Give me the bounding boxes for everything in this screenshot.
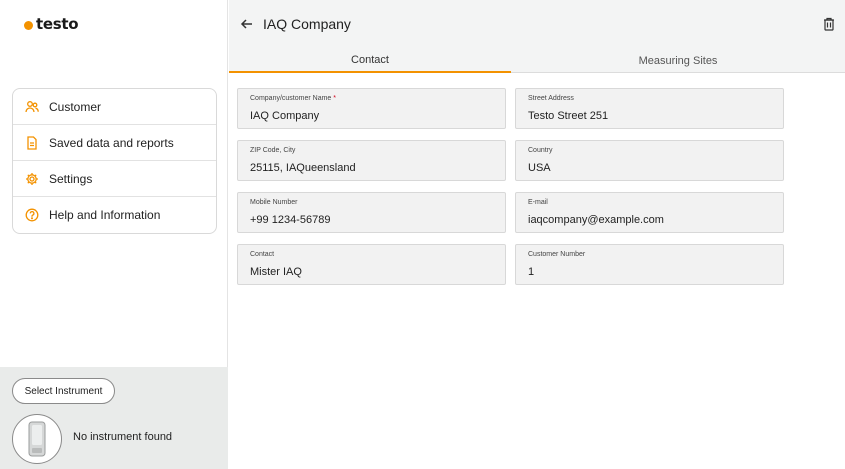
help-icon	[25, 208, 39, 222]
email-label: E-mail	[528, 199, 548, 206]
main-menu: Customer Saved data and reports Settings	[12, 88, 217, 234]
customer-number-field[interactable]: Customer Number 1	[515, 244, 784, 285]
zip-city-label: ZIP Code, City	[250, 147, 296, 154]
instrument-avatar	[12, 414, 62, 464]
country-field[interactable]: Country USA	[515, 140, 784, 181]
trash-icon[interactable]	[821, 16, 837, 32]
logo-text: testo	[36, 15, 79, 33]
page-title: IAQ Company	[263, 16, 351, 32]
instrument-device-icon	[28, 421, 46, 457]
testo-logo: testo	[24, 15, 79, 33]
sidebar-item-label: Help and Information	[49, 208, 161, 222]
street-address-field[interactable]: Street Address Testo Street 251	[515, 88, 784, 129]
tab-measuring-sites[interactable]: Measuring Sites	[511, 48, 845, 73]
street-address-label: Street Address	[528, 95, 574, 102]
back-arrow-icon[interactable]	[239, 16, 255, 32]
required-mark: *	[333, 95, 336, 102]
customer-number-value: 1	[528, 266, 535, 278]
gear-icon	[25, 172, 39, 186]
sidebar-item-customer[interactable]: Customer	[13, 89, 216, 125]
sidebar-item-label: Customer	[49, 99, 102, 114]
customer-number-label: Customer Number	[528, 251, 586, 258]
logo-dot	[24, 20, 33, 30]
sidebar-item-label: Settings	[49, 171, 93, 186]
country-label: Country	[528, 147, 553, 154]
sidebar-item-help[interactable]: Help and Information	[13, 197, 216, 233]
select-instrument-button[interactable]: Select Instrument	[12, 378, 115, 404]
instrument-status: No instrument found	[73, 431, 173, 443]
main-content: IAQ Company Contact Measuring Sites Comp…	[229, 0, 845, 469]
sidebar-item-settings[interactable]: Settings	[13, 161, 216, 197]
users-icon	[25, 100, 39, 114]
field-label: Company/customer Name *	[250, 94, 505, 104]
tab-contact[interactable]: Contact	[229, 48, 511, 73]
street-address-value: Testo Street 251	[528, 110, 609, 122]
zip-city-field[interactable]: ZIP Code, City 25115, IAQueensland	[237, 140, 506, 181]
contact-label: Contact	[250, 251, 275, 258]
mobile-number-field[interactable]: Mobile Number +99 1234-56789	[237, 192, 506, 233]
company-name-field[interactable]: Company/customer Name * IAQ Company	[237, 88, 506, 129]
company-name-label: Company/customer Name	[250, 95, 332, 102]
instrument-panel: Select Instrument No instrument found	[0, 367, 228, 469]
email-value: iaqcompany@example.com	[528, 214, 664, 226]
country-value: USA	[528, 162, 551, 174]
company-name-value: IAQ Company	[250, 110, 320, 122]
contact-value: Mister IAQ	[250, 266, 302, 278]
tab-bar: Contact Measuring Sites	[229, 48, 845, 73]
contact-field[interactable]: Contact Mister IAQ	[237, 244, 506, 285]
email-field[interactable]: E-mail iaqcompany@example.com	[515, 192, 784, 233]
mobile-number-label: Mobile Number	[250, 199, 298, 206]
zip-city-value: 25115, IAQueensland	[250, 162, 356, 174]
page-header: IAQ Company	[229, 0, 845, 48]
sidebar: testo Customer Saved data and reports Se…	[0, 0, 228, 469]
document-icon	[25, 135, 39, 150]
sidebar-item-label: Saved data and reports	[49, 135, 174, 150]
mobile-number-value: +99 1234-56789	[250, 214, 331, 226]
sidebar-item-saved-data[interactable]: Saved data and reports	[13, 125, 216, 161]
